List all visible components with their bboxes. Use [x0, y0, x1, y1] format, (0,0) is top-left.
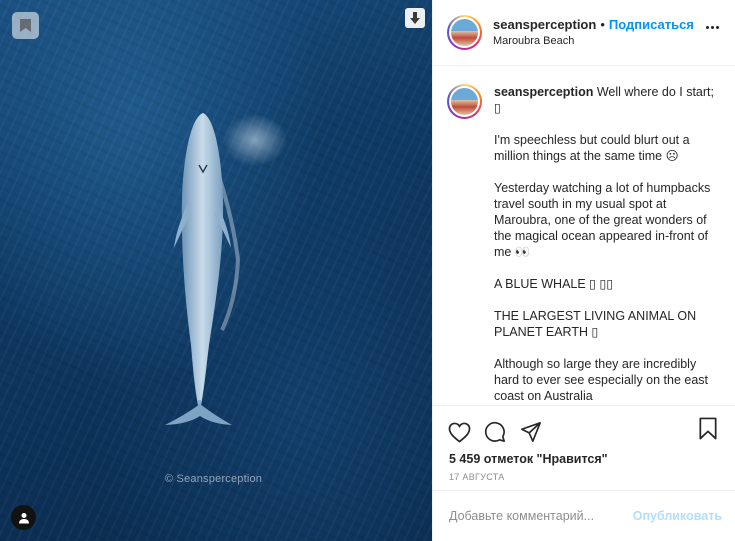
caption-paragraph: I'm speechless but could blurt out a mil…	[494, 133, 694, 163]
photo-watermark: © Seansperception	[165, 473, 263, 485]
caption-area[interactable]: seansperception Well where do I start; ▯…	[433, 66, 735, 406]
bookmark-icon	[699, 417, 717, 440]
separator-dot: •	[600, 16, 605, 32]
download-button[interactable]	[405, 8, 425, 28]
comment-form: Опубликовать	[433, 490, 735, 541]
share-button[interactable]	[519, 420, 543, 444]
blue-whale-image	[165, 113, 287, 425]
caption-paragraph: THE LARGEST LIVING ANIMAL ON PLANET EART…	[494, 309, 700, 339]
likes-count[interactable]: 5 459 отметок "Нравится"	[433, 448, 735, 468]
post-header: seansperception • Подписаться Maroubra Bea…	[433, 0, 735, 66]
heart-icon	[448, 422, 470, 443]
location-link[interactable]: Maroubra Beach	[493, 33, 694, 49]
caption-paragraph: Although so large they are incredibly ha…	[494, 357, 712, 403]
post-photo[interactable]: © Seansperception	[0, 0, 432, 541]
post-details-panel: seansperception • Подписаться Maroubra Bea…	[432, 0, 735, 541]
post-date[interactable]: 17 АВГУСТА	[433, 468, 735, 486]
author-avatar[interactable]	[447, 15, 482, 50]
comment-button[interactable]	[483, 420, 507, 444]
like-button[interactable]	[447, 420, 471, 444]
caption-username-link[interactable]: seansperception	[494, 85, 593, 99]
author-username-link[interactable]: seansperception	[493, 17, 596, 32]
post-actions: 5 459 отметок "Нравится" 17 АВГУСТА	[433, 405, 735, 486]
person-icon	[18, 512, 29, 523]
caption-text: seansperception Well where do I start; ▯…	[494, 84, 716, 406]
bookmark-icon	[20, 19, 31, 32]
caption-paragraph: A BLUE WHALE ▯ ▯▯	[494, 277, 614, 291]
photo-save-button[interactable]	[12, 12, 39, 39]
user-tags-button[interactable]	[11, 505, 36, 530]
download-arrow-icon	[410, 12, 420, 24]
comment-icon	[484, 421, 505, 442]
caption-paragraph: Yesterday watching a lot of humpbacks tr…	[494, 181, 714, 259]
follow-button[interactable]: Подписаться	[609, 17, 694, 32]
caption-avatar[interactable]	[447, 84, 482, 119]
publish-comment-button[interactable]: Опубликовать	[633, 509, 722, 523]
comment-input[interactable]	[449, 509, 633, 523]
share-icon	[521, 422, 541, 442]
bookmark-button[interactable]	[698, 417, 722, 441]
more-horizontal-icon[interactable]	[706, 26, 719, 29]
